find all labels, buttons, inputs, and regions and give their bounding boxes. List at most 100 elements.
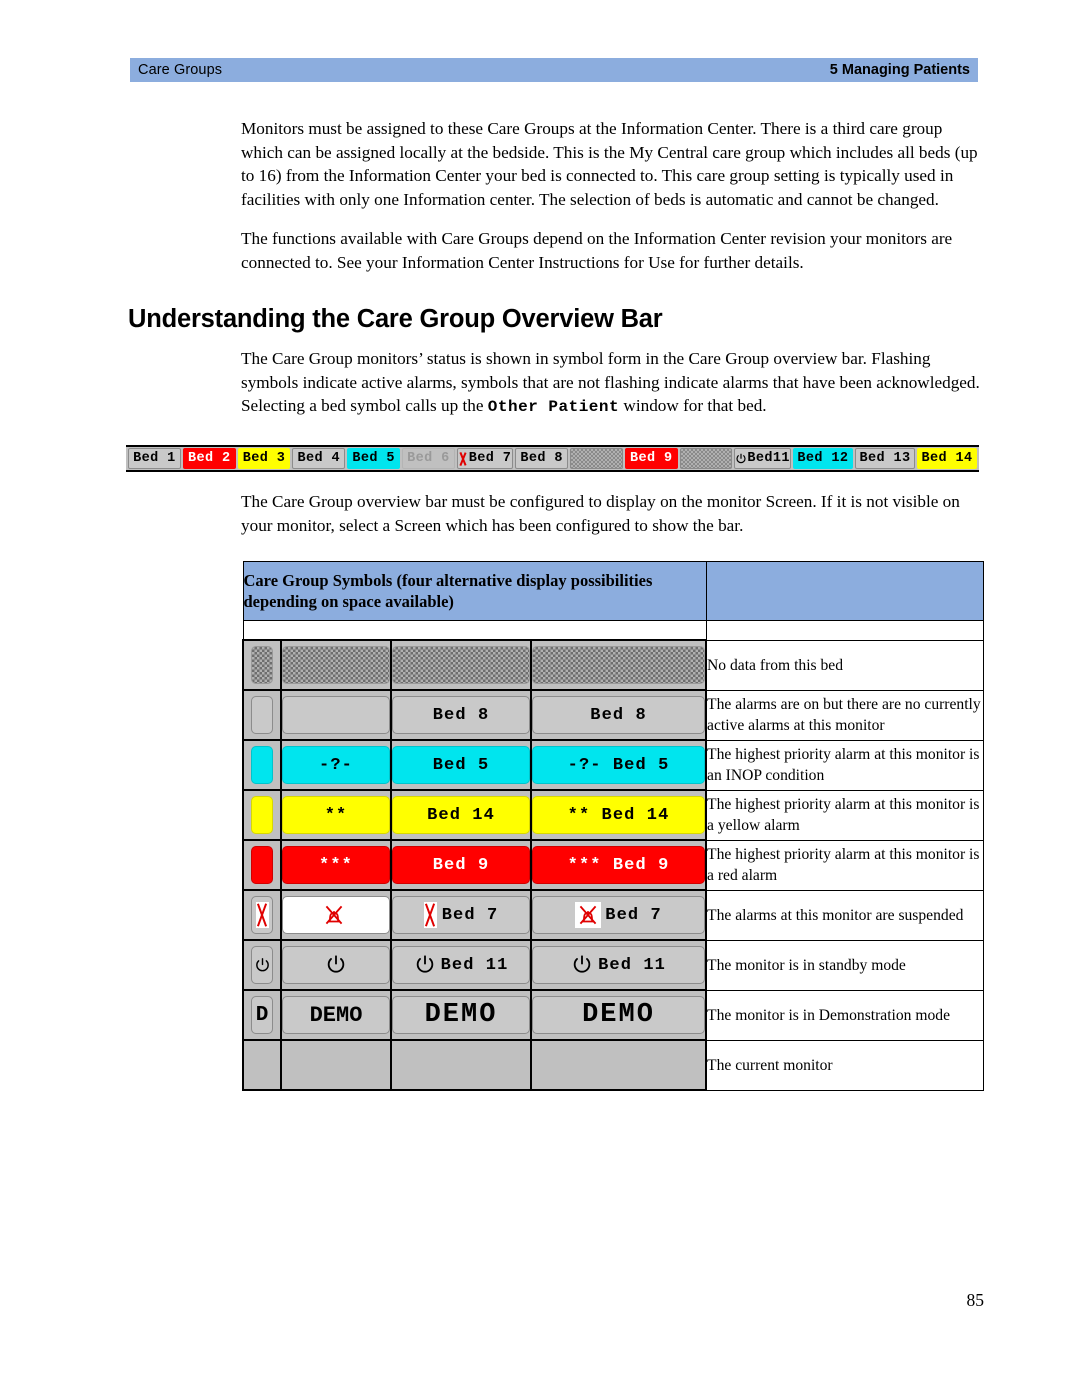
symbol-variant-cell (280, 939, 392, 991)
symbol-variant-cell (280, 689, 392, 741)
symbols-table-row: D DEMO DEMO DEMO The monitor is in Demonstra… (242, 989, 984, 1041)
bed-symbol-button[interactable] (251, 846, 273, 884)
overview-bar-bed-button[interactable]: Bed 1 (128, 448, 181, 469)
bed-symbol-label: -?- (319, 755, 353, 775)
symbol-variant-cell: Bed 14 (390, 789, 532, 841)
symbols-table-header-title: Care Group Symbols (four alternative dis… (242, 561, 707, 621)
bed-symbol-button[interactable] (251, 796, 273, 834)
overview-bar-bed-button[interactable]: Bed 12 (792, 448, 853, 469)
bed-symbol-button[interactable] (282, 696, 390, 734)
bed-symbol-button[interactable]: Bed 11 (392, 946, 530, 984)
symbol-variant-cell: DEMO (280, 989, 392, 1041)
overview-bar-bed-label: Bed 4 (297, 451, 341, 466)
bed-symbol-label: Bed 8 (432, 705, 490, 725)
symbol-variant-cell: Bed 7 (529, 889, 708, 941)
bed-symbol-button[interactable]: Bed 8 (532, 696, 706, 734)
bed-symbol-button[interactable]: ** (282, 796, 390, 834)
bed-symbol-button[interactable] (251, 646, 273, 684)
bed-symbol-button[interactable]: Bed 5 (392, 746, 530, 784)
bed-symbol-button[interactable] (251, 1046, 273, 1084)
bed-symbol-button[interactable]: Bed 7 (532, 896, 706, 934)
bed-symbol-button[interactable] (532, 1046, 706, 1084)
bed-symbol-button[interactable] (251, 746, 273, 784)
paragraph-3: The Care Group monitors’ status is shown… (241, 347, 983, 420)
bed-symbol-button[interactable]: Bed 9 (392, 846, 530, 884)
symbols-table-spacer-cell (242, 620, 707, 641)
care-group-overview-bar[interactable]: Bed 1 Bed 2 Bed 3 Bed 4 Bed 5 Bed 6 Bed 7 Bed 8… (126, 445, 979, 472)
symbols-table-header-row: Care Group Symbols (four alternative dis… (242, 561, 984, 621)
overview-bar-bed-button[interactable]: Bed11 (734, 448, 791, 469)
symbol-variant-cell: Bed 9 (390, 839, 532, 891)
overview-bar-bed-label: Bed 3 (242, 451, 286, 466)
bed-symbol-button[interactable] (251, 896, 273, 934)
bed-symbol-button[interactable] (251, 696, 273, 734)
bed-symbol-label: Bed 8 (590, 705, 647, 725)
symbol-description-cell: The alarms at this monitor are suspended (705, 889, 984, 941)
bed-symbol-button[interactable]: DEMO (392, 996, 530, 1034)
bed-symbol-button[interactable]: Bed 8 (392, 696, 530, 734)
bed-symbol-button[interactable] (282, 896, 390, 934)
bed-symbol-label: Bed 5 (432, 755, 490, 775)
overview-bar-bed-button[interactable]: Bed 4 (292, 448, 346, 469)
bed-symbol-button[interactable]: Bed 14 (392, 796, 530, 834)
bed-symbol-button[interactable] (282, 946, 390, 984)
bed-symbol-button[interactable]: D (251, 996, 273, 1034)
bed-symbol-button[interactable]: *** (282, 846, 390, 884)
overview-bar-bed-button[interactable]: Bed 7 (456, 448, 514, 469)
symbol-description-cell: The alarms are on but there are no curre… (705, 689, 984, 741)
symbols-table-row: Bed 7 Bed 7 The alarms at this monitor are… (242, 889, 984, 941)
bed-symbol-button[interactable]: -?- (282, 746, 390, 784)
paragraph-4: The Care Group overview bar must be conf… (241, 492, 960, 535)
overview-bar-bed-label: Bed 5 (352, 451, 395, 466)
symbols-table-row: -?- Bed 5 -?- Bed 5 The highest priority al… (242, 739, 984, 791)
overview-bar-bed-button[interactable]: Bed 5 (347, 448, 400, 469)
overview-bar-bed-button[interactable]: Bed 9 (624, 448, 678, 469)
overview-bar-bed-button[interactable]: Bed 14 (917, 448, 978, 469)
standby-power-icon (325, 954, 347, 976)
symbol-variant-cell: -?- Bed 5 (529, 739, 708, 791)
symbol-variant-cell (242, 889, 282, 941)
section-heading: Understanding the Care Group Overview Ba… (128, 305, 663, 333)
bed-symbol-button[interactable]: DEMO (282, 996, 390, 1034)
overview-bar-bed-button[interactable]: Bed 6 (401, 448, 455, 469)
overview-bar-intro-block: The Care Group monitors’ status is shown… (241, 347, 983, 436)
bed-symbol-label: Bed 11 (440, 955, 509, 975)
bed-symbol-label: DEMO (309, 1002, 363, 1028)
bed-symbol-label: Bed 11 (598, 955, 666, 975)
symbol-variant-cell: DEMO (390, 989, 532, 1041)
symbol-variant-cell (242, 939, 282, 991)
overview-bar-bed-button[interactable]: Bed 2 (182, 448, 236, 469)
bed-symbol-label: Bed 7 (605, 905, 662, 925)
overview-bar-nodata-slot[interactable] (679, 448, 733, 469)
symbol-variant-cell (529, 1039, 708, 1091)
overview-bar-bed-button[interactable]: Bed 13 (854, 448, 915, 469)
alarm-suspended-icon (423, 902, 437, 928)
bed-symbol-button[interactable] (532, 646, 706, 684)
symbol-variant-cell: Bed 5 (390, 739, 532, 791)
overview-bar-bed-label: Bed 6 (407, 451, 450, 466)
bed-symbol-label: ** (324, 805, 348, 825)
bed-symbol-button[interactable]: DEMO (532, 996, 706, 1034)
bed-symbol-button[interactable]: Bed 11 (532, 946, 706, 984)
alarm-suspended-icon (575, 902, 602, 928)
symbol-description-cell: The highest priority alarm at this monit… (705, 739, 984, 791)
bed-symbol-label: Bed 9 (432, 855, 490, 875)
bed-symbol-button[interactable]: -?- Bed 5 (532, 746, 706, 784)
symbol-variant-cell (242, 639, 282, 691)
bed-symbol-button[interactable] (251, 946, 273, 984)
overview-bar-nodata-slot[interactable] (570, 448, 623, 469)
symbol-variant-cell (242, 1039, 282, 1091)
bed-symbol-button[interactable]: *** Bed 9 (532, 846, 706, 884)
symbol-variant-cell (280, 1039, 392, 1091)
overview-bar-bed-button[interactable]: Bed 3 (237, 448, 291, 469)
bed-symbol-button[interactable]: ** Bed 14 (532, 796, 706, 834)
symbol-variant-cell: -?- (280, 739, 392, 791)
bed-symbol-button[interactable] (282, 1046, 390, 1084)
bed-symbol-button[interactable] (392, 1046, 530, 1084)
symbols-table-row: *** Bed 9 *** Bed 9 The highest priority al… (242, 839, 984, 891)
bed-symbol-button[interactable] (392, 646, 530, 684)
bed-symbol-button[interactable] (282, 646, 390, 684)
bed-symbol-label: DEMO (424, 1000, 498, 1030)
bed-symbol-button[interactable]: Bed 7 (392, 896, 530, 934)
overview-bar-bed-button[interactable]: Bed 8 (515, 448, 568, 469)
